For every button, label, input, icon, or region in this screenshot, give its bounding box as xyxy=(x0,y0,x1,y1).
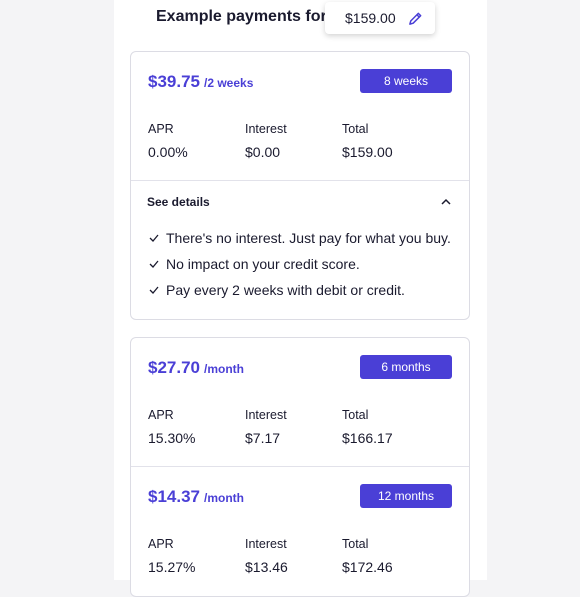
apr-value: 0.00% xyxy=(148,144,188,160)
plan-price-amount: $27.70 xyxy=(148,358,200,377)
total-label: Total xyxy=(342,537,369,551)
plan-summary: $39.75/2 weeks 8 weeks APR 0.00% Interes… xyxy=(131,52,469,180)
interest-label: Interest xyxy=(245,537,287,551)
list-item: Pay every 2 weeks with debit or credit. xyxy=(149,277,451,303)
check-icon xyxy=(149,286,159,294)
total-stat: Total $172.46 xyxy=(342,537,393,575)
apr-stat: APR 0.00% xyxy=(148,122,188,160)
apr-label: APR xyxy=(148,122,174,136)
interest-stat: Interest $7.17 xyxy=(245,408,287,446)
plan-price: $39.75/2 weeks xyxy=(148,72,253,92)
apr-value: 15.30% xyxy=(148,430,196,446)
total-label: Total xyxy=(342,122,369,136)
plan-card-monthly: $27.70/month 6 months APR 15.30% Interes… xyxy=(130,337,470,597)
interest-value: $7.17 xyxy=(245,430,281,446)
check-icon xyxy=(149,260,159,268)
plan-period: /month xyxy=(204,491,244,505)
total-value: $166.17 xyxy=(342,430,393,446)
plan-period: /2 weeks xyxy=(204,76,254,90)
list-item: No impact on your credit score. xyxy=(149,251,451,277)
plan-summary-12-months: $14.37/month 12 months APR 15.27% Intere… xyxy=(131,466,469,595)
total-stat: Total $159.00 xyxy=(342,122,393,160)
amount-field[interactable]: $159.00 xyxy=(325,2,435,34)
interest-label: Interest xyxy=(245,408,287,422)
total-value: $172.46 xyxy=(342,559,393,575)
total-stat: Total $166.17 xyxy=(342,408,393,446)
interest-stat: Interest $13.46 xyxy=(245,537,288,575)
plan-term-button[interactable]: 12 months xyxy=(360,484,452,508)
detail-text: There's no interest. Just pay for what y… xyxy=(166,230,451,246)
see-details-toggle[interactable]: See details xyxy=(147,195,210,209)
check-icon xyxy=(149,234,159,242)
total-value: $159.00 xyxy=(342,144,393,160)
interest-label: Interest xyxy=(245,122,287,136)
apr-stat: APR 15.30% xyxy=(148,408,195,446)
plan-price-amount: $14.37 xyxy=(148,487,200,506)
interest-stat: Interest $0.00 xyxy=(245,122,287,160)
interest-value: $0.00 xyxy=(245,144,281,160)
apr-label: APR xyxy=(148,408,174,422)
plan-price: $27.70/month xyxy=(148,358,244,378)
plan-price: $14.37/month xyxy=(148,487,244,507)
plan-term-button[interactable]: 8 weeks xyxy=(360,69,452,93)
detail-text: No impact on your credit score. xyxy=(166,256,360,272)
detail-text: Pay every 2 weeks with debit or credit. xyxy=(166,282,405,298)
details-section: See details There's no interest. Just pa… xyxy=(131,180,469,321)
interest-value: $13.46 xyxy=(245,559,288,575)
plan-card-8-weeks: $39.75/2 weeks 8 weeks APR 0.00% Interes… xyxy=(130,51,470,320)
plan-period: /month xyxy=(204,362,244,376)
apr-stat: APR 15.27% xyxy=(148,537,195,575)
chevron-up-icon[interactable] xyxy=(440,196,452,208)
plan-term-button[interactable]: 6 months xyxy=(360,355,452,379)
details-list: There's no interest. Just pay for what y… xyxy=(149,225,451,303)
apr-value: 15.27% xyxy=(148,559,196,575)
plan-price-amount: $39.75 xyxy=(148,72,200,91)
total-label: Total xyxy=(342,408,369,422)
plan-summary-6-months: $27.70/month 6 months APR 15.30% Interes… xyxy=(131,338,469,466)
pencil-icon[interactable] xyxy=(408,11,423,26)
amount-value: $159.00 xyxy=(345,10,396,26)
list-item: There's no interest. Just pay for what y… xyxy=(149,225,451,251)
apr-label: APR xyxy=(148,537,174,551)
page-title: Example payments for xyxy=(156,8,327,25)
